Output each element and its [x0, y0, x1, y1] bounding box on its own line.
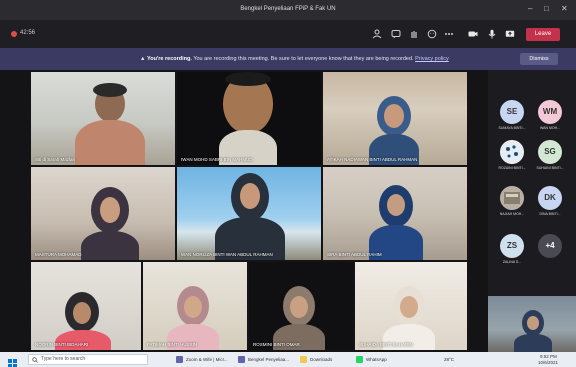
search-icon — [32, 357, 38, 367]
leave-label: Leave — [534, 31, 552, 37]
video-tile[interactable]: NOORIN BINTI BIDAHARI — [31, 262, 141, 350]
avatar[interactable]: DK — [538, 186, 562, 210]
video-tile[interactable]: ROSMINI BINTI OMAR — [249, 262, 353, 350]
avatar[interactable] — [500, 186, 524, 210]
weather-readout[interactable]: 28°C — [444, 357, 454, 363]
video-tile[interactable]: SIRA BINTI ABDUL RAHIM — [323, 167, 467, 260]
recording-title: You're recording. — [146, 56, 192, 62]
video-tile[interactable]: MASTURA MOHAMAD — [31, 167, 175, 260]
avatar[interactable]: ZS — [500, 234, 524, 258]
dismiss-label: Dismiss — [529, 56, 549, 62]
meeting-toolbar: 42:56 Leave — [0, 20, 576, 48]
avatar-initials: ZS — [506, 241, 518, 250]
participant-name: FATIMAH BINTI HUSSIN — [147, 342, 198, 347]
avatar-label: WAN MOH... — [539, 126, 561, 130]
avatar-initials: WM — [542, 107, 558, 116]
mic-icon[interactable] — [487, 29, 497, 39]
avatar[interactable]: SE — [500, 100, 524, 124]
participant-name: IWAN MOHD SABRI BIN MAHMUD — [181, 157, 253, 162]
warning-icon: ▲ — [140, 56, 147, 62]
video-tile[interactable]: Siti di Sarah Mazlan — [31, 72, 175, 165]
avatar[interactable]: WM — [538, 100, 562, 124]
avatar[interactable] — [500, 140, 524, 164]
video-tile[interactable]: WAN NORLIZA BINTI WAN ABDUL RAHMAN — [177, 167, 321, 260]
windows-start-icon[interactable] — [8, 355, 17, 367]
window-titlebar: Bengkel Penyeliaan FPiP & Fak UN – □ ✕ — [0, 0, 576, 20]
more-icon[interactable] — [444, 29, 454, 39]
participant-name: WAN NORLIZA BINTI WAN ABDUL RAHMAN — [181, 252, 273, 257]
leave-button[interactable]: Leave — [526, 28, 560, 41]
clock-date[interactable]: 10/6/2021 — [538, 360, 558, 366]
video-tile[interactable]: ATIKAH NADIAWAN BINTI ABDUL RAHMAN — [323, 72, 467, 165]
window-title: Bengkel Penyeliaan FPiP & Fak UN — [240, 6, 336, 12]
privacy-policy-link[interactable]: Privacy policy — [415, 56, 449, 62]
dismiss-button[interactable]: Dismiss — [520, 53, 558, 65]
people-icon[interactable] — [372, 29, 382, 39]
video-tile[interactable]: FATIMAH BINTI HUSSIN — [143, 262, 247, 350]
participant-name: SUHAIDA BINTI BAHARIN — [359, 342, 413, 347]
camera-icon[interactable] — [468, 29, 478, 39]
avatar-label: DINA BINTI... — [539, 212, 561, 216]
clock-time[interactable]: 9:52 PM — [540, 354, 557, 360]
search-placeholder: Type here to search — [41, 356, 86, 362]
windows-taskbar: Type here to search Zoom & Wife | Micr..… — [0, 352, 576, 367]
taskbar-app-teams-2[interactable]: Bengkel Penyeliaa... — [238, 355, 289, 364]
taskbar-app-whatsapp[interactable]: WhatsApp — [356, 355, 387, 364]
taskbar-app-explorer[interactable]: Downloads — [300, 355, 332, 364]
avatar-label: SUHAINI BINTI... — [536, 166, 564, 170]
recording-text: You are recording this meeting. Be sure … — [191, 56, 416, 62]
more-participants-button[interactable]: +4 — [538, 234, 562, 258]
avatar-label: ZALINA S... — [502, 260, 522, 264]
raise-hand-icon[interactable] — [409, 29, 419, 39]
share-screen-icon[interactable] — [505, 29, 515, 39]
avatar-initials: SG — [544, 147, 556, 156]
participant-name: ROSMINI BINTI OMAR — [253, 342, 300, 347]
minimize-button[interactable]: – — [528, 5, 532, 13]
taskbar-search-input[interactable]: Type here to search — [28, 354, 148, 365]
avatar-label: SUMAYA BINTI... — [498, 126, 526, 130]
self-view-video[interactable] — [488, 296, 576, 352]
more-participants-count: +4 — [545, 241, 555, 250]
avatar-label: ROZAINI BINTI... — [498, 166, 526, 170]
avatar-initials: SE — [506, 107, 518, 116]
close-window-button[interactable]: ✕ — [561, 5, 568, 13]
participant-name: NOORIN BINTI BIDAHARI — [35, 342, 89, 347]
participant-name: MASTURA MOHAMAD — [35, 252, 82, 257]
video-tile[interactable]: IWAN MOHD SABRI BIN MAHMUD — [177, 72, 321, 165]
recording-message: ▲ You're recording. You are recording th… — [140, 56, 449, 62]
avatar-label: NAJIAH MOH... — [499, 212, 525, 216]
participant-sidebar: SE SUMAYA BINTI... WM WAN MOH... ROZAINI… — [488, 70, 576, 352]
avatar[interactable]: SG — [538, 140, 562, 164]
taskbar-app-teams-1[interactable]: Zoom & Wife | Micr... — [176, 355, 228, 364]
participant-name: ATIKAH NADIAWAN BINTI ABDUL RAHMAN — [327, 157, 418, 162]
meeting-timer: 42:56 — [20, 30, 36, 36]
video-tile[interactable]: SUHAIDA BINTI BAHARIN — [355, 262, 467, 350]
chat-icon[interactable] — [391, 29, 401, 39]
participant-name: Siti di Sarah Mazlan — [35, 157, 76, 162]
reactions-icon[interactable] — [427, 29, 437, 39]
photo-avatar-icon — [500, 140, 524, 164]
recording-indicator-icon — [11, 31, 17, 37]
photo-avatar-icon — [500, 186, 524, 210]
avatar-initials: DK — [544, 193, 556, 202]
participant-name: SIRA BINTI ABDUL RAHIM — [327, 252, 382, 257]
maximize-button[interactable]: □ — [544, 5, 549, 13]
recording-banner: ▲ You're recording. You are recording th… — [0, 48, 576, 70]
